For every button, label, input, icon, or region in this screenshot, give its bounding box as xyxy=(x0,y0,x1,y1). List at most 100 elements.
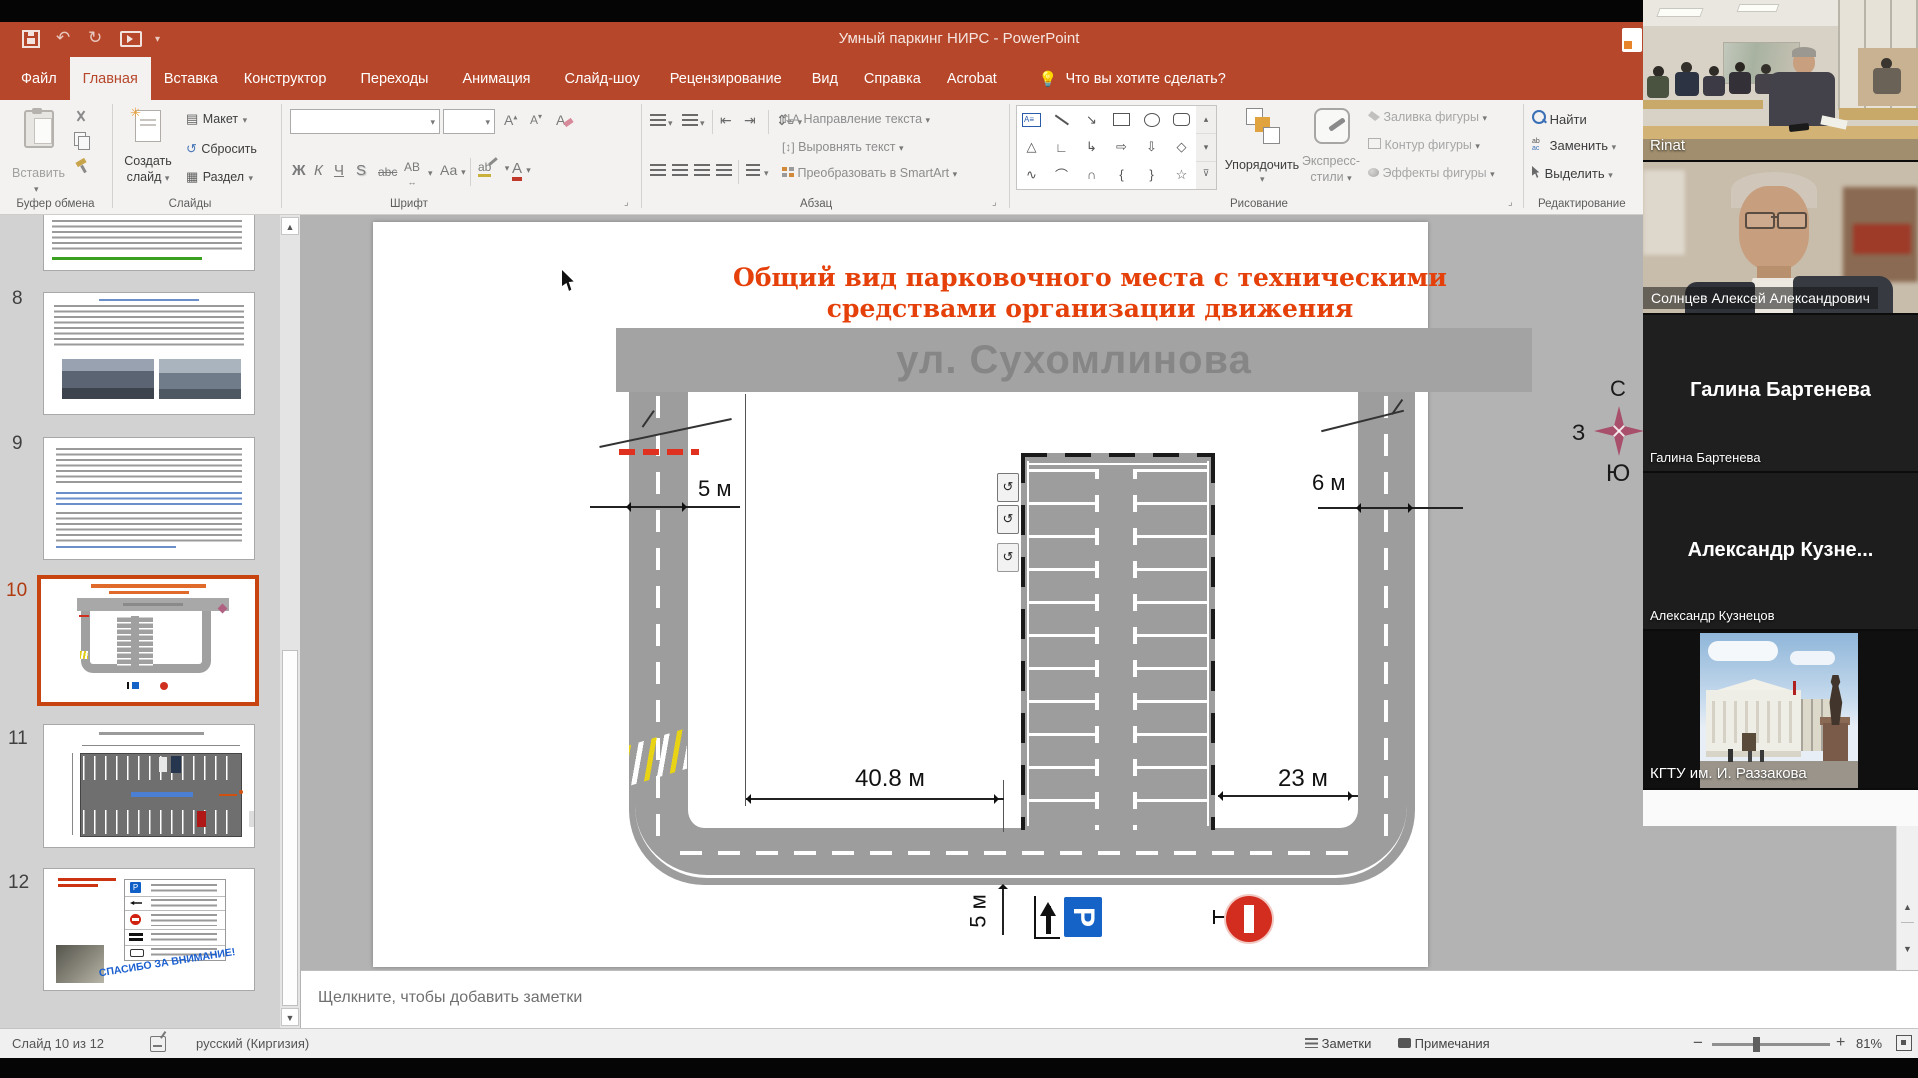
shape-roundrect-icon[interactable] xyxy=(1167,106,1196,133)
highlight-button[interactable]: ab ▾ xyxy=(478,160,509,174)
paste-button[interactable]: Вставить ▾ xyxy=(12,106,64,198)
thumbnail-slide-11[interactable] xyxy=(43,724,255,848)
video-tile-kuznetsov[interactable]: Александр Кузне... Александр Кузнецов xyxy=(1643,473,1918,629)
align-center-button[interactable] xyxy=(672,164,688,176)
street-bar[interactable]: ул. Сухомлинова xyxy=(616,328,1532,392)
video-tile-solntsev[interactable]: Солнцев Алексей Александрович xyxy=(1643,162,1918,313)
find-button[interactable]: Найти xyxy=(1532,110,1587,127)
align-right-button[interactable] xyxy=(694,164,710,176)
shape-rectangle-icon[interactable] xyxy=(1107,106,1136,133)
zoom-level[interactable]: 81% xyxy=(1856,1036,1882,1051)
zoom-in-button[interactable]: + xyxy=(1836,1034,1845,1052)
notes-pane[interactable]: Щелкните, чтобы добавить заметки xyxy=(301,970,1918,1028)
thumbnail-slide-10[interactable] xyxy=(37,575,259,706)
new-slide-button[interactable]: ✳ Создать слайд ▾ xyxy=(118,106,178,198)
shapes-more[interactable]: ⊽ xyxy=(1196,162,1216,188)
notes-toggle[interactable]: Заметки xyxy=(1305,1036,1371,1051)
shape-arc-icon[interactable]: ⌒ xyxy=(1047,161,1076,188)
shape-textbox-icon[interactable]: A≡ xyxy=(1017,106,1046,133)
text-direction-button[interactable]: ⇅A Направление текста ▾ xyxy=(782,112,930,126)
char-spacing-button[interactable]: АВ↔ xyxy=(404,160,420,188)
shapes-gallery[interactable]: A≡ ↘ △ ∟ ↳ ⇨ ⇩ ◇ ∿ ⌒ ∩ { } ☆ xyxy=(1016,105,1198,190)
replace-button[interactable]: abac Заменить ▾ xyxy=(1532,138,1616,153)
select-button[interactable]: Выделить ▾ xyxy=(1532,166,1613,181)
thumb-scroll-thumb[interactable] xyxy=(282,650,298,1006)
numbering-button[interactable] xyxy=(682,114,698,126)
drawing-dialog-launcher[interactable]: ⌟ xyxy=(1508,198,1513,208)
thumb-scroll-down-icon[interactable]: ▼ xyxy=(281,1008,299,1026)
reset-button[interactable]: ↺ Сбросить xyxy=(186,140,257,158)
outdent-button[interactable]: ⇤ xyxy=(720,112,732,129)
video-tile-kgtu[interactable]: КГТУ им. И. Раззакова xyxy=(1643,631,1918,788)
thumb-scroll-up-icon[interactable]: ▲ xyxy=(281,217,299,235)
tab-help[interactable]: Справка xyxy=(851,57,934,100)
slide-counter[interactable]: Слайд 10 из 12 xyxy=(12,1036,104,1051)
underline-button[interactable]: Ч xyxy=(334,162,344,179)
shape-oval-icon[interactable] xyxy=(1137,106,1166,133)
tab-view[interactable]: Вид xyxy=(799,57,851,100)
thumbnail-slide-12[interactable]: P СПАСИБО ЗА ВНИМАНИЕ! xyxy=(43,868,255,991)
shape-line-icon[interactable] xyxy=(1047,106,1076,133)
copy-icon[interactable] xyxy=(74,132,86,146)
zoom-slider-thumb[interactable] xyxy=(1753,1037,1760,1052)
slide-title[interactable]: Общий вид парковочного места с техническ… xyxy=(680,262,1500,325)
shapes-scroll[interactable]: ▴ ▾ ⊽ xyxy=(1196,105,1217,190)
fit-slide-button[interactable] xyxy=(1896,1035,1912,1051)
tab-review[interactable]: Рецензирование xyxy=(657,57,795,100)
shape-elbow-icon[interactable]: ∟ xyxy=(1047,134,1076,161)
zoom-out-button[interactable]: − xyxy=(1693,1033,1703,1053)
video-tile-barteneva[interactable]: Галина Бартенева Галина Бартенева xyxy=(1643,315,1918,471)
align-text-button[interactable]: [↕] Выровнять текст ▾ xyxy=(782,140,904,154)
font-color-button[interactable]: А ▾ xyxy=(512,160,531,177)
shape-brace-left-icon[interactable]: { xyxy=(1107,161,1136,188)
shape-fill-button[interactable]: Заливка фигуры ▾ xyxy=(1368,110,1487,124)
tab-slideshow[interactable]: Слайд-шоу xyxy=(552,57,653,100)
shape-curve-icon[interactable]: ∩ xyxy=(1077,161,1106,188)
shape-scribble-icon[interactable]: ∿ xyxy=(1017,161,1046,188)
thumbnail-slide-9[interactable] xyxy=(43,437,255,560)
tab-transitions[interactable]: Переходы xyxy=(347,57,441,100)
change-case-button[interactable]: Аа ▾ xyxy=(440,162,466,178)
shape-arrow-icon[interactable]: ↘ xyxy=(1077,106,1106,133)
bullets-button[interactable] xyxy=(650,114,666,126)
video-tile-rinat[interactable]: Rinat xyxy=(1643,0,1918,160)
shadow-button[interactable]: S xyxy=(356,162,366,179)
tab-animations[interactable]: Анимация xyxy=(449,57,543,100)
shape-triangle-icon[interactable]: △ xyxy=(1017,134,1046,161)
section-button[interactable]: ▦ Раздел ▾ xyxy=(186,168,253,186)
thumbnail-slide-7[interactable] xyxy=(43,215,255,271)
font-name-combo[interactable]: ▾ xyxy=(290,109,440,134)
align-left-button[interactable] xyxy=(650,164,666,176)
font-dialog-launcher[interactable]: ⌟ xyxy=(624,198,629,208)
shapes-scroll-down[interactable]: ▾ xyxy=(1196,133,1216,162)
next-slide-icon[interactable]: ▼ xyxy=(1903,944,1912,954)
tellme-box[interactable]: 💡 Что вы хотите сделать? xyxy=(1026,57,1239,100)
indent-button[interactable]: ⇥ xyxy=(744,112,756,129)
font-size-combo[interactable]: ▾ xyxy=(443,109,495,134)
editor-scrollbar[interactable]: ▲ ▼ xyxy=(1896,826,1918,970)
shape-freeform-icon[interactable]: ◇ xyxy=(1167,134,1196,161)
comments-toggle[interactable]: Примечания xyxy=(1398,1036,1490,1051)
paragraph-dialog-launcher[interactable]: ⌟ xyxy=(992,198,997,208)
shape-effects-button[interactable]: Эффекты фигуры ▾ xyxy=(1368,166,1495,180)
italic-button[interactable]: К xyxy=(314,162,323,179)
shape-elbow-arrow-icon[interactable]: ↳ xyxy=(1077,134,1106,161)
shape-down-arrow-icon[interactable]: ⇩ xyxy=(1137,134,1166,161)
prev-slide-icon[interactable]: ▲ xyxy=(1903,902,1912,912)
strikethrough-button[interactable]: abc xyxy=(378,165,397,179)
clear-format-button[interactable]: А xyxy=(556,112,565,128)
shape-star-icon[interactable]: ☆ xyxy=(1167,161,1196,188)
thumbnail-slide-8[interactable] xyxy=(43,292,255,415)
shape-right-arrow-icon[interactable]: ⇨ xyxy=(1107,134,1136,161)
shape-outline-button[interactable]: Контур фигуры ▾ xyxy=(1368,138,1480,152)
spellcheck-icon[interactable] xyxy=(150,1036,166,1052)
justify-button[interactable] xyxy=(716,164,732,176)
tab-acrobat[interactable]: Acrobat xyxy=(934,57,1010,100)
shape-brace-right-icon[interactable]: } xyxy=(1137,161,1166,188)
language-status[interactable]: русский (Киргизия) xyxy=(196,1036,309,1051)
grow-font-button[interactable]: А▴ xyxy=(504,112,517,128)
bold-button[interactable]: Ж xyxy=(292,162,306,179)
smartart-button[interactable]: Преобразовать в SmartArt ▾ xyxy=(782,166,957,180)
shapes-scroll-up[interactable]: ▴ xyxy=(1196,106,1216,133)
tab-home[interactable]: Главная xyxy=(70,57,151,100)
